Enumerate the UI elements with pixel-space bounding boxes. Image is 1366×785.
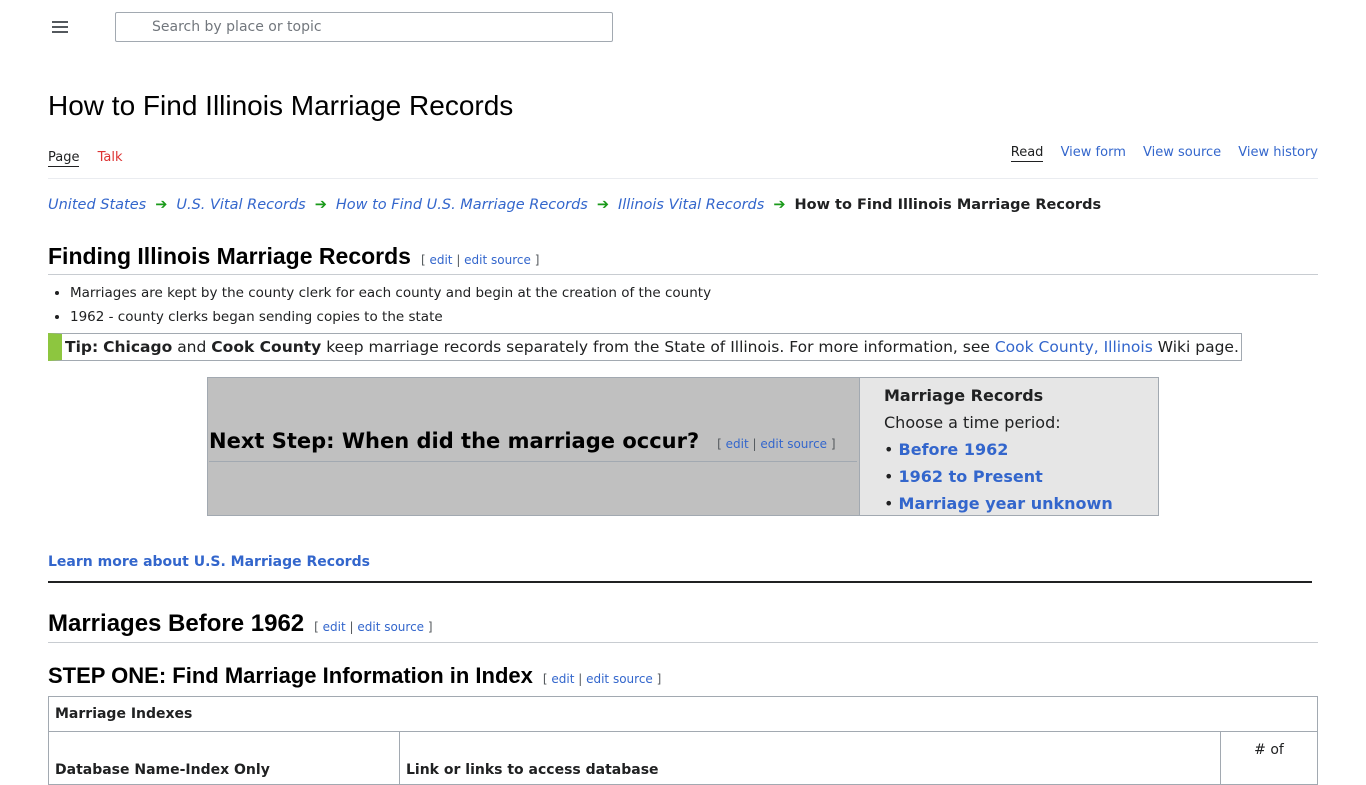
heading-finding: Finding Illinois Marriage Records [ edit … (48, 242, 1318, 275)
heading-step-one: STEP ONE: Find Marriage Information in I… (48, 663, 661, 689)
next-step-box: Next Step: When did the marriage occur? [… (207, 377, 1159, 516)
tab-view-source[interactable]: View source (1143, 145, 1221, 160)
divider (48, 581, 1312, 583)
page-title: How to Find Illinois Marriage Records (48, 90, 514, 121)
option-1962-to-present: • 1962 to Present (884, 467, 1043, 486)
edit-source-link[interactable]: edit source (586, 672, 653, 686)
panel-title: Marriage Records (884, 386, 1044, 405)
arrow-right-icon: ➔ (773, 197, 786, 213)
table-caption: Marriage Indexes (48, 696, 1318, 732)
option-link[interactable]: 1962 to Present (899, 467, 1043, 486)
tab-talk[interactable]: Talk (98, 150, 123, 165)
option-link[interactable]: Marriage year unknown (899, 494, 1113, 513)
table-header-row: Database Name-Index Only Link or links t… (48, 731, 1318, 785)
next-step-heading: Next Step: When did the marriage occur? [… (209, 424, 857, 462)
column-header: # of (1220, 731, 1318, 785)
arrow-right-icon: ➔ (314, 197, 327, 213)
marriage-records-panel: Marriage Records Choose a time period: •… (860, 378, 1158, 515)
edit-section-links: [ edit | edit source ] (542, 672, 662, 686)
next-step-left-cell: Next Step: When did the marriage occur? [… (208, 378, 860, 515)
menu-icon[interactable] (50, 18, 72, 40)
cook-county-link[interactable]: Cook County, Illinois (995, 338, 1153, 356)
breadcrumb-current: How to Find Illinois Marriage Records (794, 197, 1102, 213)
option-link[interactable]: Before 1962 (899, 440, 1009, 459)
breadcrumb: United States ➔ U.S. Vital Records ➔ How to … (48, 197, 1101, 213)
tip-box: Tip: Chicago and Cook County keep marria… (48, 333, 1242, 361)
edit-link[interactable]: edit (726, 437, 749, 451)
table-row: Marriage Indexes (48, 696, 1318, 732)
namespace-tabs: Page Talk (48, 150, 137, 167)
heading-step-one-text: STEP ONE: Find Marriage Information in I… (48, 663, 533, 688)
edit-link[interactable]: edit (551, 672, 574, 686)
learn-more-link[interactable]: Learn more about U.S. Marriage Records (48, 554, 370, 570)
edit-section-links: [ edit | edit source ] (420, 253, 540, 267)
column-header: Link or links to access database (399, 731, 1221, 785)
edit-source-link[interactable]: edit source (357, 620, 424, 634)
breadcrumb-united-states[interactable]: United States (48, 197, 146, 213)
edit-section-links: [ edit | edit source ] (717, 437, 836, 451)
breadcrumb-us-marriage-records[interactable]: How to Find U.S. Marriage Records (336, 197, 588, 213)
search-input[interactable] (152, 13, 592, 41)
heading-before-1962: Marriages Before 1962 [ edit | edit sourc… (48, 609, 1318, 643)
breadcrumb-us-vital-records[interactable]: U.S. Vital Records (176, 197, 305, 213)
tab-view-form[interactable]: View form (1061, 145, 1126, 160)
edit-source-link[interactable]: edit source (464, 253, 531, 267)
tab-view-history[interactable]: View history (1238, 145, 1318, 160)
list-item: 1962 - county clerks began sending copie… (70, 305, 711, 329)
edit-section-links: [ edit | edit source ] (314, 620, 433, 634)
marriage-indexes-table: Marriage Indexes Database Name-Index Onl… (48, 696, 1318, 785)
tab-read[interactable]: Read (1010, 145, 1044, 162)
view-tabs: Read View form View source View history (998, 145, 1318, 162)
breadcrumb-illinois-vital-records[interactable]: Illinois Vital Records (618, 197, 764, 213)
tip-chicago: Chicago (103, 338, 173, 356)
option-year-unknown: • Marriage year unknown (884, 494, 1113, 513)
finding-bullet-list: Marriages are kept by the county clerk f… (48, 281, 711, 329)
option-before-1962: • Before 1962 (884, 440, 1009, 459)
heading-finding-text: Finding Illinois Marriage Records (48, 243, 411, 269)
arrow-right-icon: ➔ (155, 197, 168, 213)
tip-and: and (177, 338, 207, 356)
arrow-right-icon: ➔ (596, 197, 609, 213)
edit-link[interactable]: edit (323, 620, 346, 634)
list-item: Marriages are kept by the county clerk f… (70, 281, 711, 305)
divider (48, 178, 1318, 179)
tip-text: keep marriage records separately from th… (326, 338, 990, 356)
panel-prompt: Choose a time period: (884, 413, 1061, 432)
edit-source-link[interactable]: edit source (760, 437, 827, 451)
tip-text-end: Wiki page. (1157, 338, 1239, 356)
tip-label: Tip: (65, 338, 99, 356)
tab-page[interactable]: Page (48, 150, 80, 167)
edit-link[interactable]: edit (429, 253, 452, 267)
heading-before-1962-text: Marriages Before 1962 (48, 610, 305, 637)
tip-cook-county: Cook County (211, 338, 322, 356)
next-step-heading-text: Next Step: When did the marriage occur? (209, 429, 700, 453)
column-header: Database Name-Index Only (48, 731, 400, 785)
search-box[interactable] (115, 12, 613, 42)
